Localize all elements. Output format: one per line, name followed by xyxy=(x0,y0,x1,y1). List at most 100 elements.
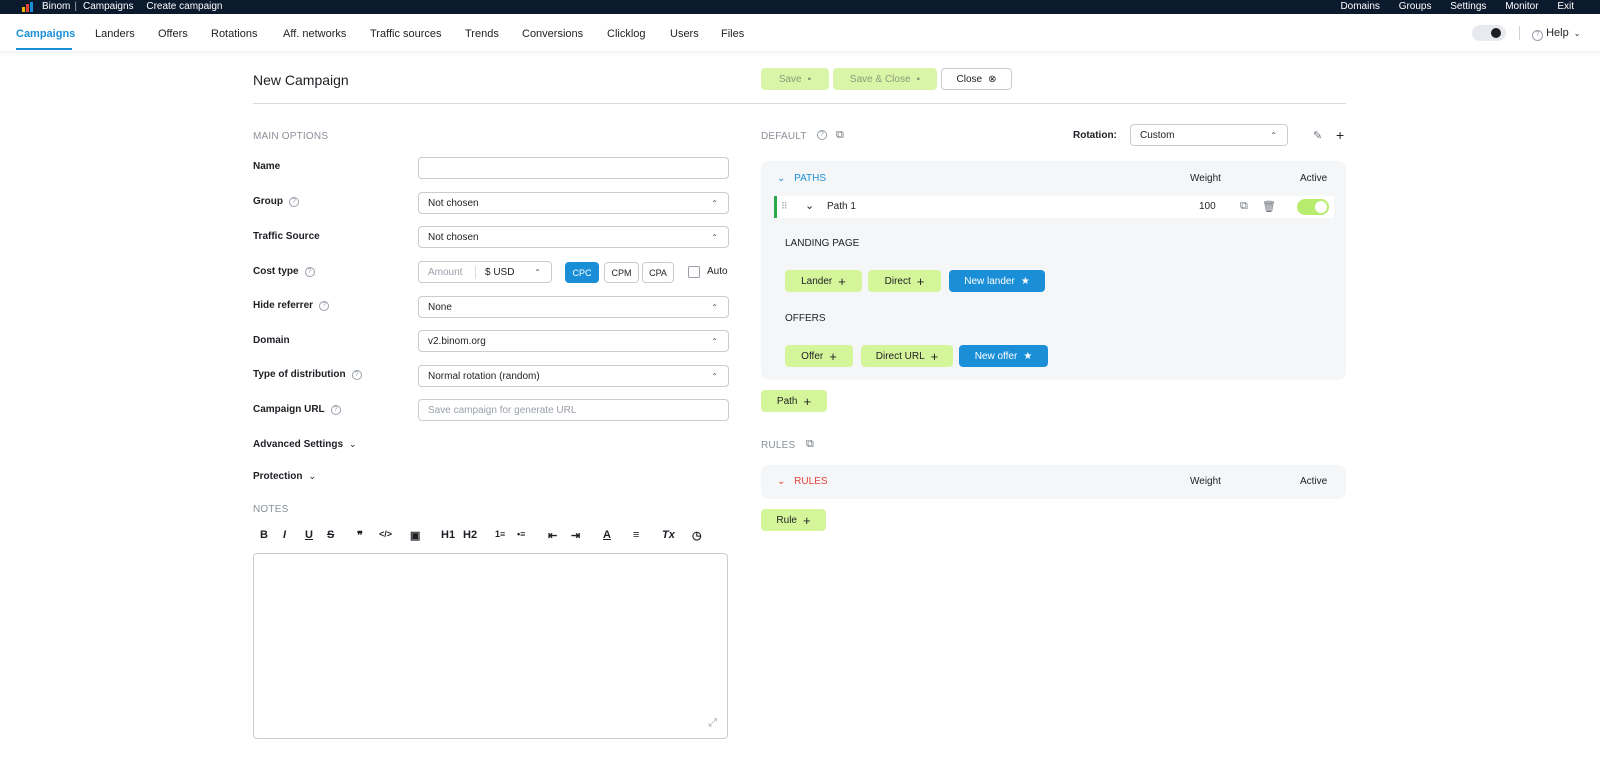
top-link-monitor[interactable]: Monitor xyxy=(1505,1,1538,12)
italic-icon[interactable]: I xyxy=(283,529,286,541)
outdent-icon[interactable]: ⇤ xyxy=(548,529,557,542)
save-close-button[interactable]: Save & Close ▪ xyxy=(833,68,937,90)
tab-trends[interactable]: Trends xyxy=(465,28,499,40)
tab-clicklog[interactable]: Clicklog xyxy=(607,28,646,40)
rules-collapse-toggle[interactable]: ⌄ RULES xyxy=(777,476,828,487)
clock-icon[interactable]: ◷ xyxy=(692,529,702,542)
edit-icon[interactable]: ✎ xyxy=(1313,129,1322,142)
close-button[interactable]: Close ⊗ xyxy=(941,68,1012,90)
toggle-knob xyxy=(1315,201,1327,213)
path-active-toggle[interactable] xyxy=(1297,199,1329,215)
plus-icon: + xyxy=(802,512,811,528)
traffic-source-select[interactable]: Not chosen ⌃ xyxy=(418,226,729,248)
add-lander-button[interactable]: Lander + xyxy=(785,270,862,292)
rules-heading: RULES xyxy=(761,440,796,451)
add-rule-button[interactable]: Rule + xyxy=(761,509,826,531)
heading2-icon[interactable]: H2 xyxy=(463,529,477,541)
tab-aff-networks[interactable]: Aff. networks xyxy=(283,28,346,40)
new-offer-button[interactable]: New offer ★ xyxy=(959,345,1048,367)
plus-icon[interactable]: + xyxy=(1336,127,1344,143)
domain-select[interactable]: v2.binom.org ⌃ xyxy=(418,330,729,352)
tab-files[interactable]: Files xyxy=(721,28,744,40)
tab-traffic-sources[interactable]: Traffic sources xyxy=(370,28,442,40)
save-button[interactable]: Save ▪ xyxy=(761,68,829,90)
strikethrough-icon[interactable]: S xyxy=(327,529,334,541)
clear-format-icon[interactable]: Tx xyxy=(662,529,675,541)
paths-collapse-toggle[interactable]: ⌄ PATHS xyxy=(777,173,826,184)
rule-label: Rule xyxy=(776,514,797,526)
new-lander-button[interactable]: New lander ★ xyxy=(949,270,1045,292)
copy-icon[interactable]: ⧉ xyxy=(806,438,814,451)
star-icon: ★ xyxy=(1023,350,1033,362)
path-weight[interactable]: 100 xyxy=(1199,201,1216,212)
copy-icon[interactable]: ⧉ xyxy=(1240,200,1248,213)
question-icon[interactable]: ? xyxy=(351,369,362,380)
rotation-select[interactable]: Custom ⌃ xyxy=(1130,124,1288,146)
trash-icon[interactable]: 🗑 xyxy=(1262,200,1276,213)
brand-name[interactable]: Binom xyxy=(42,1,70,12)
help-menu[interactable]: ? Help ⌄ xyxy=(1532,27,1580,41)
question-icon[interactable]: ? xyxy=(330,404,341,415)
code-icon[interactable]: </> xyxy=(379,529,392,539)
bullet-list-icon[interactable]: •≡ xyxy=(517,529,525,539)
ordered-list-icon[interactable]: 1≡ xyxy=(495,529,505,539)
tab-conversions[interactable]: Conversions xyxy=(522,28,583,40)
tab-users[interactable]: Users xyxy=(670,28,699,40)
question-icon[interactable]: ? xyxy=(304,266,315,277)
bold-icon[interactable]: B xyxy=(260,529,268,541)
direct-url-label: Direct URL xyxy=(875,350,925,362)
path-name[interactable]: Path 1 xyxy=(827,201,856,212)
cpm-button[interactable]: CPM xyxy=(604,262,639,283)
group-select[interactable]: Not chosen ⌃ xyxy=(418,192,729,214)
tab-rotations[interactable]: Rotations xyxy=(211,28,257,40)
underline-icon[interactable]: U xyxy=(305,529,313,541)
protection-label: Protection xyxy=(253,471,303,482)
copy-icon[interactable]: ⧉ xyxy=(836,129,844,142)
campaign-url-input[interactable]: Save campaign for generate URL xyxy=(418,399,729,421)
drag-handle-icon[interactable]: ⠿ xyxy=(781,201,788,212)
rotation-label: Rotation: xyxy=(1073,130,1117,141)
text-color-icon[interactable]: A xyxy=(603,529,611,541)
direct-label: Direct xyxy=(884,275,911,287)
chevron-down-icon[interactable]: ⌄ xyxy=(805,199,814,212)
theme-toggle[interactable] xyxy=(1472,25,1506,41)
tab-offers[interactable]: Offers xyxy=(158,28,188,40)
question-icon[interactable]: ? xyxy=(817,130,827,140)
add-path-button[interactable]: Path + xyxy=(761,390,827,412)
chevron-up-icon: ⌃ xyxy=(534,268,541,277)
chevron-up-icon: ⌃ xyxy=(711,199,718,208)
heading1-icon[interactable]: H1 xyxy=(441,529,455,541)
indent-icon[interactable]: ⇥ xyxy=(571,529,580,542)
add-direct-url-button[interactable]: Direct URL + xyxy=(861,345,953,367)
quote-icon[interactable]: ❞ xyxy=(357,529,363,542)
image-icon[interactable]: ▣ xyxy=(410,529,420,542)
top-link-settings[interactable]: Settings xyxy=(1450,1,1486,12)
cost-amount-input[interactable]: Amount $ USD ⌃ xyxy=(418,261,552,283)
top-link-domains[interactable]: Domains xyxy=(1340,1,1379,12)
name-label-text: Name xyxy=(253,161,281,172)
domain-label: Domain xyxy=(253,335,290,346)
path-row[interactable] xyxy=(774,196,1334,218)
advanced-settings-toggle[interactable]: Advanced Settings ⌄ xyxy=(253,439,357,450)
add-offer-button[interactable]: Offer + xyxy=(785,345,853,367)
distribution-select[interactable]: Normal rotation (random) ⌃ xyxy=(418,365,729,387)
cpa-button[interactable]: CPA xyxy=(642,262,674,283)
notes-editor[interactable]: ⤢ xyxy=(253,553,728,739)
name-input[interactable] xyxy=(418,157,729,179)
expand-icon[interactable]: ⤢ xyxy=(708,717,717,730)
question-icon[interactable]: ? xyxy=(319,300,330,311)
currency-select[interactable]: $ USD xyxy=(485,267,514,278)
question-icon[interactable]: ? xyxy=(289,196,299,207)
hide-referrer-select[interactable]: None ⌃ xyxy=(418,296,729,318)
add-direct-button[interactable]: Direct + xyxy=(868,270,941,292)
protection-toggle[interactable]: Protection ⌄ xyxy=(253,471,316,482)
tab-landers[interactable]: Landers xyxy=(95,28,135,40)
group-select-value: Not chosen xyxy=(428,197,479,209)
align-icon[interactable]: ≡ xyxy=(633,529,639,541)
tab-campaigns[interactable]: Campaigns xyxy=(16,28,75,40)
breadcrumb-campaigns[interactable]: Campaigns xyxy=(83,1,134,12)
top-link-exit[interactable]: Exit xyxy=(1557,1,1574,12)
auto-checkbox[interactable] xyxy=(688,266,700,278)
cpc-button[interactable]: CPC xyxy=(565,262,599,283)
top-link-groups[interactable]: Groups xyxy=(1399,1,1432,12)
